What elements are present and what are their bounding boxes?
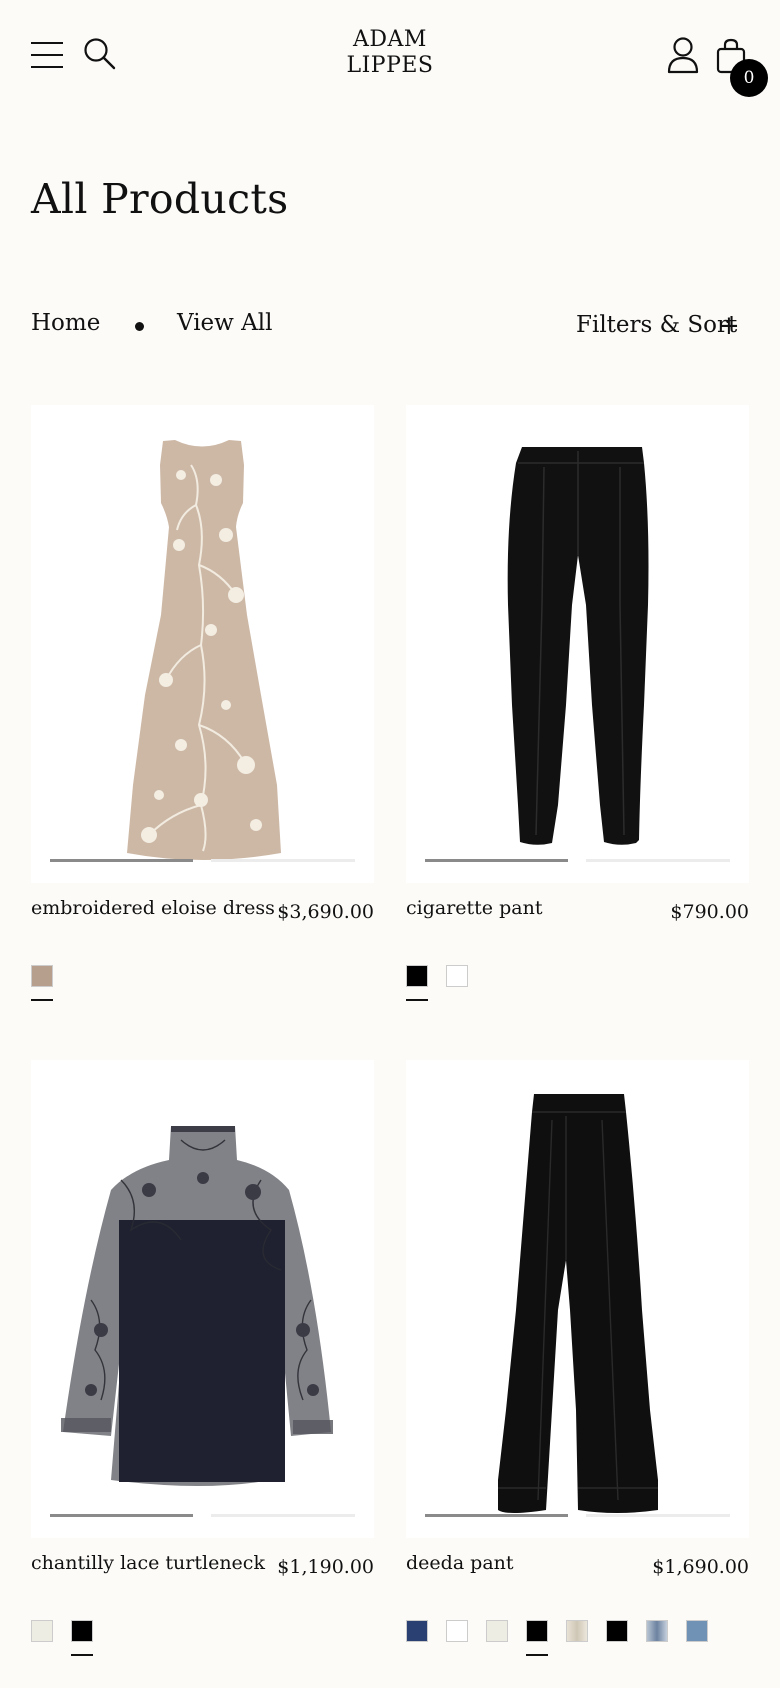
- image-slide-indicator[interactable]: [586, 859, 730, 862]
- cart-count-badge[interactable]: 0: [730, 59, 768, 97]
- lace-top-image: [61, 1126, 333, 1486]
- image-slide-indicator[interactable]: [211, 859, 355, 862]
- color-swatch[interactable]: [686, 1620, 708, 1642]
- image-slide-indicator-active[interactable]: [50, 1514, 193, 1517]
- swatch-selected-indicator: [31, 999, 53, 1001]
- product-name[interactable]: embroidered eloise dress: [31, 897, 275, 919]
- color-swatch[interactable]: [71, 1620, 93, 1642]
- image-slide-indicator[interactable]: [211, 1514, 355, 1517]
- color-swatch[interactable]: [606, 1620, 628, 1642]
- color-swatches: [31, 1620, 374, 1660]
- plus-icon: +: [718, 311, 740, 341]
- swatch-selected-indicator: [71, 1654, 93, 1656]
- product-image[interactable]: [406, 405, 749, 883]
- pant-image: [507, 447, 649, 845]
- product-card[interactable]: chantilly lace turtleneck $1,190.00: [31, 1060, 374, 1660]
- color-swatches: [406, 1620, 749, 1660]
- product-name[interactable]: deeda pant: [406, 1552, 514, 1574]
- logo-line-1: ADAM: [353, 27, 427, 52]
- product-card[interactable]: cigarette pant $790.00: [406, 405, 749, 1005]
- image-slide-indicator-active[interactable]: [50, 859, 193, 862]
- swatch-selected-indicator: [406, 999, 428, 1001]
- image-slide-indicator[interactable]: [586, 1514, 730, 1517]
- logo-line-2: LIPPES: [346, 53, 434, 78]
- color-swatch[interactable]: [406, 965, 428, 987]
- color-swatch[interactable]: [446, 965, 468, 987]
- swatch-selected-indicator: [526, 1654, 548, 1656]
- logo[interactable]: ADAM LIPPES: [340, 27, 440, 79]
- breadcrumb-current: View All: [177, 310, 273, 336]
- wide-pant-image: [498, 1094, 658, 1513]
- product-name[interactable]: chantilly lace turtleneck: [31, 1552, 265, 1574]
- product-card[interactable]: embroidered eloise dress $3,690.00: [31, 405, 374, 1005]
- color-swatch[interactable]: [646, 1620, 668, 1642]
- color-swatch[interactable]: [31, 965, 53, 987]
- image-slide-indicator-active[interactable]: [425, 859, 568, 862]
- product-name[interactable]: cigarette pant: [406, 897, 542, 919]
- product-price: $3,690.00: [277, 901, 374, 923]
- product-price: $1,690.00: [652, 1556, 749, 1578]
- product-image[interactable]: [406, 1060, 749, 1538]
- search-icon[interactable]: [83, 37, 117, 71]
- breadcrumb-home-link[interactable]: Home: [31, 310, 100, 336]
- color-swatch[interactable]: [526, 1620, 548, 1642]
- color-swatches: [406, 965, 749, 1005]
- page-title: All Products: [31, 175, 289, 223]
- product-image[interactable]: [31, 1060, 374, 1538]
- color-swatch[interactable]: [406, 1620, 428, 1642]
- product-card[interactable]: deeda pant $1,690.00: [406, 1060, 749, 1660]
- dress-image: [127, 440, 281, 860]
- menu-icon[interactable]: [31, 40, 64, 70]
- site-header: ADAM LIPPES 0: [0, 0, 780, 110]
- filters-sort-label: Filters & Sort: [576, 312, 738, 338]
- product-price: $1,190.00: [277, 1556, 374, 1578]
- color-swatch[interactable]: [446, 1620, 468, 1642]
- color-swatch[interactable]: [31, 1620, 53, 1642]
- color-swatch[interactable]: [566, 1620, 588, 1642]
- filters-sort-button[interactable]: Filters & Sort +: [576, 311, 740, 341]
- color-swatch[interactable]: [486, 1620, 508, 1642]
- product-image[interactable]: [31, 405, 374, 883]
- color-swatches: [31, 965, 374, 1005]
- account-icon[interactable]: [666, 36, 700, 74]
- breadcrumb-separator: [135, 322, 144, 331]
- image-slide-indicator-active[interactable]: [425, 1514, 568, 1517]
- product-price: $790.00: [670, 901, 749, 923]
